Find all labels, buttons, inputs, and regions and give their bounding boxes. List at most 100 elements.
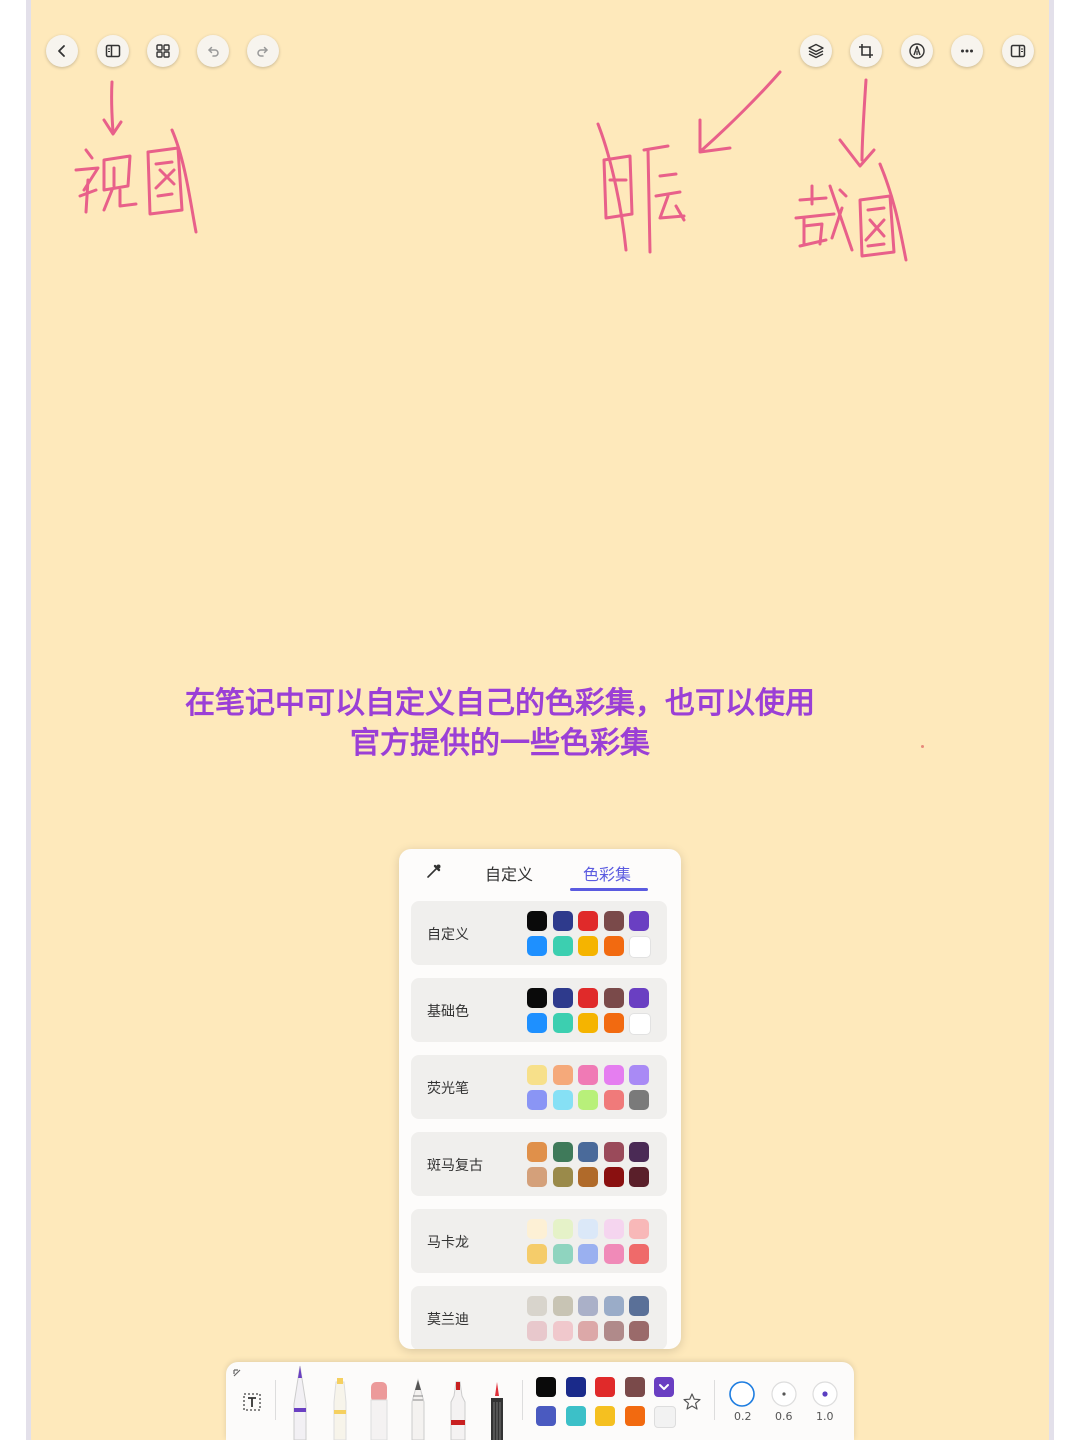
color-swatch[interactable] — [552, 1090, 573, 1110]
color-swatch[interactable] — [578, 988, 599, 1008]
color-swatch[interactable] — [552, 1321, 573, 1341]
layers-button[interactable] — [800, 35, 832, 67]
color-swatch[interactable] — [578, 1142, 599, 1162]
color-swatch[interactable] — [565, 1406, 586, 1426]
color-swatch[interactable] — [603, 988, 624, 1008]
color-swatch[interactable] — [629, 1296, 650, 1316]
color-swatch[interactable] — [603, 1244, 624, 1264]
color-swatch[interactable] — [629, 1167, 650, 1187]
color-swatch[interactable] — [527, 936, 547, 956]
color-swatch[interactable] — [552, 988, 573, 1008]
color-swatch[interactable] — [578, 1244, 599, 1264]
color-set-row[interactable]: 莫兰迪 — [411, 1286, 667, 1349]
color-swatch[interactable] — [603, 936, 624, 956]
color-swatch[interactable] — [527, 1296, 547, 1316]
color-swatch[interactable] — [603, 1013, 624, 1033]
color-swatch[interactable] — [552, 1065, 573, 1085]
size-option-medium[interactable] — [770, 1380, 798, 1408]
grid-button[interactable] — [147, 35, 179, 67]
color-swatch[interactable] — [527, 1142, 547, 1162]
color-swatch[interactable] — [578, 1167, 599, 1187]
color-swatch[interactable] — [629, 1219, 650, 1239]
tab-color-sets[interactable]: 色彩集 — [583, 861, 631, 885]
color-swatch[interactable] — [536, 1377, 556, 1397]
color-set-row[interactable]: 斑马复古 — [411, 1132, 667, 1196]
marker-tool[interactable] — [444, 1380, 472, 1440]
color-swatch[interactable] — [603, 1219, 624, 1239]
eraser-tool[interactable] — [365, 1380, 393, 1440]
color-swatch[interactable] — [552, 1167, 573, 1187]
color-swatch[interactable] — [552, 1219, 573, 1239]
color-swatch[interactable] — [578, 1321, 599, 1341]
color-swatch[interactable] — [629, 1142, 650, 1162]
color-swatch[interactable] — [552, 911, 573, 931]
crop-button[interactable] — [850, 35, 882, 67]
color-swatch-selected[interactable] — [654, 1377, 675, 1397]
color-swatch[interactable] — [552, 1244, 573, 1264]
color-swatch[interactable] — [527, 911, 547, 931]
color-swatch[interactable] — [595, 1377, 616, 1397]
color-swatch[interactable] — [603, 1321, 624, 1341]
brush-tool[interactable] — [483, 1380, 511, 1440]
undo-button[interactable] — [197, 35, 229, 67]
color-swatch[interactable] — [578, 1013, 599, 1033]
size-option-large[interactable] — [811, 1380, 839, 1408]
color-set-row[interactable]: 自定义 — [411, 901, 667, 965]
color-swatch[interactable] — [624, 1377, 645, 1397]
collapse-icon[interactable] — [232, 1368, 242, 1378]
color-swatch[interactable] — [565, 1377, 586, 1397]
color-swatch[interactable] — [578, 1219, 599, 1239]
size-option-small[interactable] — [728, 1380, 756, 1408]
color-swatch[interactable] — [603, 1090, 624, 1110]
color-swatch[interactable] — [552, 936, 573, 956]
color-swatch[interactable] — [629, 911, 650, 931]
color-swatch[interactable] — [527, 988, 547, 1008]
view-button[interactable] — [97, 35, 129, 67]
back-button[interactable] — [46, 35, 78, 67]
color-swatch[interactable] — [595, 1406, 616, 1426]
color-swatch[interactable] — [603, 1142, 624, 1162]
color-set-row[interactable]: 荧光笔 — [411, 1055, 667, 1119]
redo-button[interactable] — [247, 35, 279, 67]
sidebar-button[interactable] — [1002, 35, 1034, 67]
color-swatch[interactable] — [629, 936, 652, 958]
color-swatch[interactable] — [527, 1013, 547, 1033]
color-swatch[interactable] — [552, 1296, 573, 1316]
pencil-tool[interactable] — [404, 1378, 432, 1440]
color-swatch[interactable] — [536, 1406, 556, 1426]
pen-mode-button[interactable] — [901, 35, 933, 67]
color-swatch[interactable] — [629, 1244, 650, 1264]
color-swatch[interactable] — [624, 1406, 645, 1426]
color-swatch[interactable] — [552, 1013, 573, 1033]
color-swatch[interactable] — [578, 1296, 599, 1316]
highlighter-tool[interactable] — [326, 1376, 354, 1440]
color-swatch[interactable] — [527, 1219, 547, 1239]
color-swatch[interactable] — [527, 1244, 547, 1264]
eyedropper-icon[interactable] — [425, 862, 443, 880]
color-swatch[interactable] — [527, 1167, 547, 1187]
color-swatch[interactable] — [527, 1321, 547, 1341]
color-swatch[interactable] — [527, 1065, 547, 1085]
color-swatch[interactable] — [629, 988, 650, 1008]
text-tool-icon[interactable] — [242, 1392, 262, 1412]
color-swatch[interactable] — [654, 1406, 677, 1428]
color-swatch[interactable] — [578, 911, 599, 931]
color-swatch[interactable] — [603, 1065, 624, 1085]
color-swatch[interactable] — [527, 1090, 547, 1110]
color-swatch[interactable] — [629, 1090, 650, 1110]
color-swatch[interactable] — [603, 1167, 624, 1187]
more-button[interactable] — [951, 35, 983, 67]
color-swatch[interactable] — [629, 1065, 650, 1085]
color-swatch[interactable] — [552, 1142, 573, 1162]
color-set-row[interactable]: 马卡龙 — [411, 1209, 667, 1273]
color-swatch[interactable] — [578, 936, 599, 956]
color-set-row[interactable]: 基础色 — [411, 978, 667, 1042]
color-swatch[interactable] — [629, 1321, 650, 1341]
color-swatch[interactable] — [578, 1090, 599, 1110]
fountain-pen-tool[interactable] — [286, 1364, 314, 1440]
color-swatch[interactable] — [603, 911, 624, 931]
color-swatch[interactable] — [629, 1013, 652, 1035]
tab-custom[interactable]: 自定义 — [485, 861, 533, 885]
color-swatch[interactable] — [578, 1065, 599, 1085]
color-swatch[interactable] — [603, 1296, 624, 1316]
